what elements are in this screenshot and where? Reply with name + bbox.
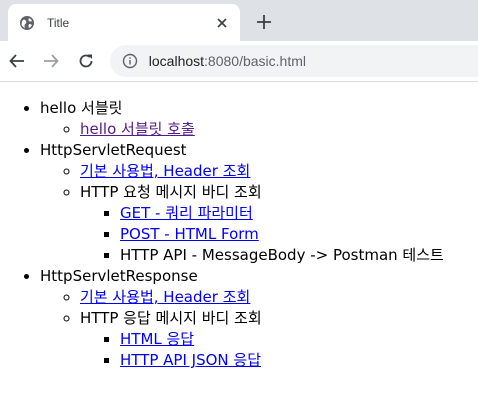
back-arrow-icon[interactable] bbox=[7, 51, 27, 71]
sub-list: 기본 사용법, Header 조회 HTTP 요청 메시지 바디 조회 GET … bbox=[40, 161, 478, 266]
tab-title: Title bbox=[47, 15, 70, 30]
sub-sub-list: GET - 쿼리 파라미터 POST - HTML Form HTTP API … bbox=[80, 203, 478, 266]
http-api-json-response-link[interactable]: HTTP API JSON 응답 bbox=[120, 351, 261, 369]
sub-list: hello 서블릿 호출 bbox=[40, 119, 478, 140]
browser-tab[interactable]: Title bbox=[8, 4, 240, 41]
list-item: 기본 사용법, Header 조회 bbox=[80, 161, 478, 182]
response-body-label: HTTP 응답 메시지 바디 조회 bbox=[80, 309, 262, 327]
url-path: :8080/basic.html bbox=[204, 53, 306, 69]
close-tab-icon[interactable] bbox=[214, 15, 230, 31]
response-header-link[interactable]: 기본 사용법, Header 조회 bbox=[80, 288, 250, 306]
list-item: GET - 쿼리 파라미터 bbox=[120, 203, 478, 224]
list-item: HTTP API - MessageBody -> Postman 테스트 bbox=[120, 245, 478, 266]
sub-list: 기본 사용법, Header 조회 HTTP 응답 메시지 바디 조회 HTML… bbox=[40, 287, 478, 371]
request-header-link[interactable]: 기본 사용법, Header 조회 bbox=[80, 162, 250, 180]
list-item: POST - HTML Form bbox=[120, 224, 478, 245]
list-item: 기본 사용법, Header 조회 bbox=[80, 287, 478, 308]
http-api-message-body-text: HTTP API - MessageBody -> Postman 테스트 bbox=[120, 246, 444, 264]
reload-icon[interactable] bbox=[76, 51, 96, 71]
address-bar[interactable]: localhost:8080/basic.html bbox=[109, 45, 478, 77]
url-text: localhost:8080/basic.html bbox=[149, 53, 306, 69]
post-html-form-link[interactable]: POST - HTML Form bbox=[120, 225, 259, 243]
section-label: HttpServletResponse bbox=[40, 267, 198, 285]
section-label: hello 서블릿 bbox=[40, 99, 123, 117]
list-item-hello-servlet: hello 서블릿 hello 서블릿 호출 bbox=[40, 98, 478, 140]
forward-arrow-icon[interactable] bbox=[42, 51, 62, 71]
tab-strip: Title bbox=[0, 0, 478, 41]
sub-sub-list: HTML 응답 HTTP API JSON 응답 bbox=[80, 329, 478, 371]
browser-toolbar: localhost:8080/basic.html bbox=[0, 41, 478, 82]
main-list: hello 서블릿 hello 서블릿 호출 HttpServletReques… bbox=[0, 98, 478, 371]
list-item: hello 서블릿 호출 bbox=[80, 119, 478, 140]
get-query-param-link[interactable]: GET - 쿼리 파라미터 bbox=[120, 204, 253, 222]
url-host: localhost bbox=[148, 53, 205, 69]
new-tab-icon[interactable] bbox=[255, 13, 273, 31]
list-item: HTTP API JSON 응답 bbox=[120, 350, 478, 371]
globe-icon bbox=[19, 15, 35, 31]
list-item: HTTP 요청 메시지 바디 조회 GET - 쿼리 파라미터 POST - H… bbox=[80, 182, 478, 266]
html-response-link[interactable]: HTML 응답 bbox=[120, 330, 194, 348]
list-item: HTML 응답 bbox=[120, 329, 478, 350]
info-icon[interactable] bbox=[122, 53, 138, 69]
section-label: HttpServletRequest bbox=[40, 141, 187, 159]
page-content: hello 서블릿 hello 서블릿 호출 HttpServletReques… bbox=[0, 82, 478, 371]
request-body-label: HTTP 요청 메시지 바디 조회 bbox=[80, 183, 262, 201]
list-item-http-servlet-request: HttpServletRequest 기본 사용법, Header 조회 HTT… bbox=[40, 140, 478, 266]
list-item: HTTP 응답 메시지 바디 조회 HTML 응답 HTTP API JSON … bbox=[80, 308, 478, 371]
hello-servlet-call-link[interactable]: hello 서블릿 호출 bbox=[80, 120, 195, 138]
list-item-http-servlet-response: HttpServletResponse 기본 사용법, Header 조회 HT… bbox=[40, 266, 478, 371]
